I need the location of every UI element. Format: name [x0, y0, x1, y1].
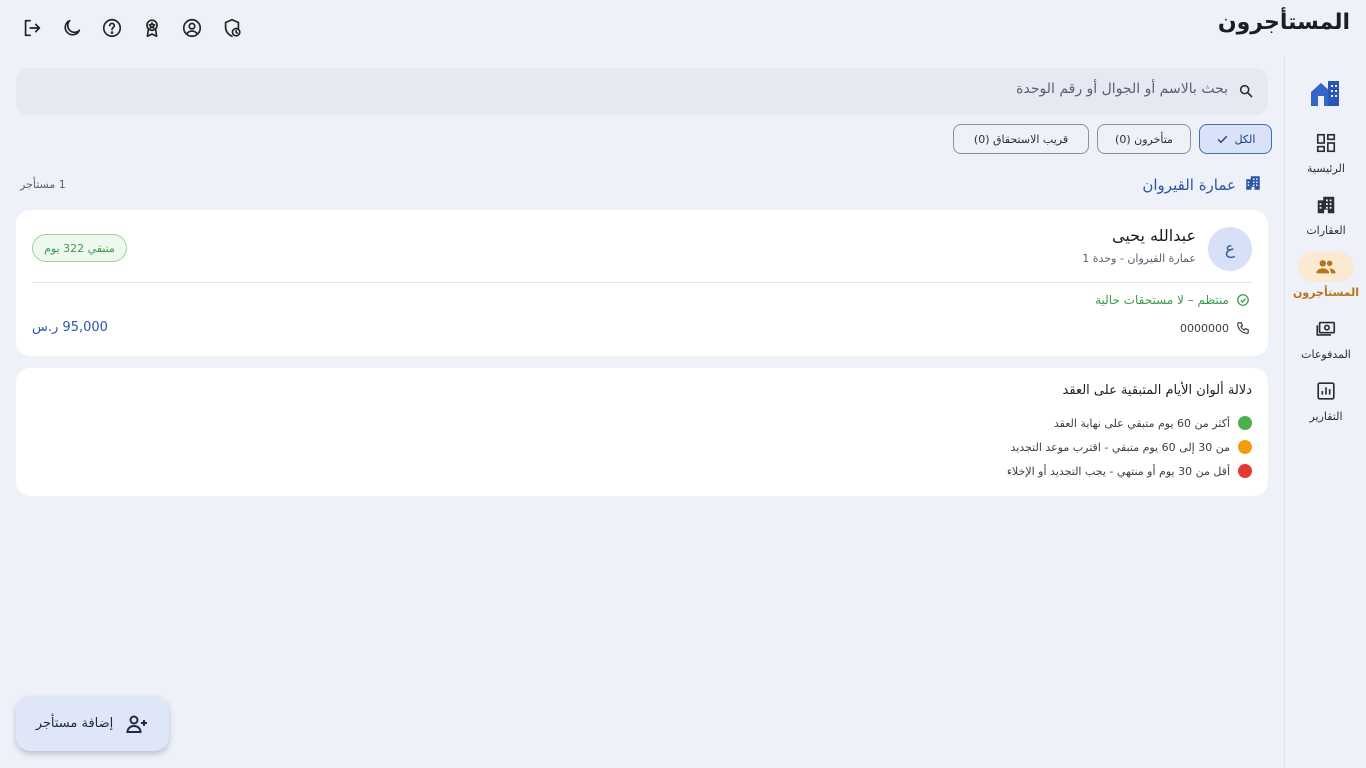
nav-tenants-label: المستأجرون — [1292, 286, 1360, 299]
tenant-phone: 0000000 — [1180, 321, 1250, 335]
tenant-card[interactable]: ع عبدالله يحيى عمارة القيروان - وحدة 1 م… — [16, 210, 1268, 356]
person-add-icon — [126, 715, 148, 733]
filter-due-soon[interactable]: قريب الاستحقاق (0) — [953, 124, 1089, 154]
filter-all-label: الكل — [1234, 132, 1256, 146]
red-dot-icon — [1238, 464, 1252, 478]
nav-home-label: الرئيسية — [1307, 162, 1345, 175]
tenant-phone-number: 0000000 — [1180, 321, 1229, 335]
phone-icon — [1237, 322, 1249, 334]
remaining-days-badge: متبقي 322 يوم — [32, 234, 127, 262]
nav-properties[interactable]: العقارات — [1285, 190, 1366, 246]
nav-home[interactable]: الرئيسية — [1285, 128, 1366, 184]
nav-properties-label: العقارات — [1306, 224, 1346, 237]
group-header: عمارة القيروان — [1142, 174, 1262, 196]
payment-status-text: منتظم – لا مستحقات حالية — [1095, 293, 1229, 307]
legend-item-text: أكثر من 60 يوم متبقي على نهاية العقد — [1053, 416, 1230, 430]
rent-amount: 95,000 ر.س — [32, 320, 108, 335]
group-title: عمارة القيروان — [1142, 176, 1236, 194]
divider — [32, 282, 1252, 283]
add-tenant-button[interactable]: إضافة مستأجر — [16, 696, 169, 751]
legend-item-red: أقل من 30 يوم أو منتهي - يجب التجديد أو … — [1007, 464, 1252, 478]
tenant-name: عبدالله يحيى — [1112, 226, 1196, 245]
green-dot-icon — [1238, 416, 1252, 430]
legend-item-text: من 30 إلى 60 يوم متبقي - اقترب موعد التج… — [1010, 440, 1230, 454]
dark-mode-icon[interactable] — [56, 14, 88, 42]
page-title: المستأجرون — [1217, 10, 1350, 35]
tenant-unit: عمارة القيروان - وحدة 1 — [1082, 252, 1196, 265]
filter-all[interactable]: الكل — [1199, 124, 1272, 154]
orange-dot-icon — [1238, 440, 1252, 454]
filter-overdue-label: متأخرون (0) — [1115, 132, 1173, 146]
legend-item-text: أقل من 30 يوم أو منتهي - يجب التجديد أو … — [1006, 464, 1230, 478]
app-logo-icon — [1309, 78, 1341, 108]
tenant-count: 1 مستأجر — [20, 178, 66, 191]
search-input[interactable]: بحث بالاسم أو الجوال أو رقم الوحدة — [16, 68, 1268, 115]
search-placeholder: بحث بالاسم أو الجوال أو رقم الوحدة — [1016, 81, 1228, 97]
nav-payments-label: المدفوعات — [1301, 348, 1351, 361]
help-icon[interactable] — [96, 14, 128, 42]
reports-icon — [1298, 376, 1354, 406]
avatar: ع — [1208, 227, 1252, 271]
filter-overdue[interactable]: متأخرون (0) — [1097, 124, 1191, 154]
nav-reports[interactable]: التقارير — [1285, 376, 1366, 432]
people-icon — [1298, 252, 1354, 282]
buildings-icon — [1298, 190, 1354, 220]
check-circle-icon — [1237, 294, 1249, 306]
payment-status: منتظم – لا مستحقات حالية — [1095, 293, 1250, 307]
search-icon — [1238, 83, 1254, 99]
top-actions — [16, 14, 248, 42]
add-tenant-label: إضافة مستأجر — [35, 716, 114, 731]
nav-reports-label: التقارير — [1309, 410, 1343, 423]
nav-tenants[interactable]: المستأجرون — [1285, 252, 1366, 308]
dashboard-icon — [1298, 128, 1354, 158]
top-bar: المستأجرون — [0, 0, 1366, 56]
payments-icon — [1298, 314, 1354, 344]
navigation-rail: الرئيسية العقارات المستأجرون المدفوعات ا… — [1284, 56, 1366, 768]
account-icon[interactable] — [176, 14, 208, 42]
filter-due-soon-label: قريب الاستحقاق (0) — [973, 132, 1069, 146]
nav-payments[interactable]: المدفوعات — [1285, 314, 1366, 370]
legend-card: دلالة ألوان الأيام المتبقية على العقد أك… — [16, 368, 1268, 496]
clock-icon[interactable] — [216, 14, 248, 42]
building-icon — [1244, 174, 1262, 196]
award-icon[interactable] — [136, 14, 168, 42]
logout-icon[interactable] — [16, 14, 48, 42]
legend-item-orange: من 30 إلى 60 يوم متبقي - اقترب موعد التج… — [1010, 440, 1252, 454]
legend-item-green: أكثر من 60 يوم متبقي على نهاية العقد — [1054, 416, 1252, 430]
check-icon — [1217, 135, 1227, 143]
legend-title: دلالة ألوان الأيام المتبقية على العقد — [1062, 383, 1252, 398]
